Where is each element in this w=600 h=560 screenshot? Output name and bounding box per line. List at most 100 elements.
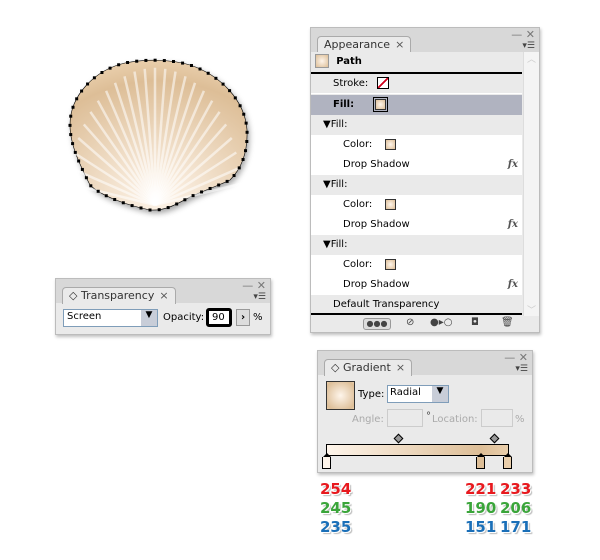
- fill-color-row[interactable]: Color:: [311, 195, 522, 215]
- anchor-point[interactable]: [75, 97, 79, 101]
- anchor-point[interactable]: [135, 59, 139, 63]
- anchor-point[interactable]: [191, 194, 195, 198]
- fx-icon[interactable]: fx: [508, 155, 518, 175]
- gradient-midpoint-diamond[interactable]: [393, 433, 404, 444]
- anchor-point[interactable]: [200, 190, 204, 194]
- anchor-point[interactable]: [166, 206, 170, 210]
- duplicate-item-icon[interactable]: ◘: [471, 317, 479, 328]
- scroll-down-icon[interactable]: ﹀: [524, 303, 539, 316]
- anchor-point[interactable]: [86, 82, 90, 86]
- window-controls-icon[interactable]: — ✕: [504, 351, 528, 364]
- fx-icon[interactable]: fx: [508, 215, 518, 235]
- fill-color-swatch[interactable]: [385, 198, 397, 210]
- panel-menu-icon[interactable]: ▾☰: [522, 41, 535, 51]
- stroke-none-swatch[interactable]: [377, 77, 390, 89]
- fill-group-header[interactable]: ▼Fill:: [311, 235, 522, 255]
- opacity-input[interactable]: 90: [206, 308, 232, 327]
- anchor-point[interactable]: [214, 76, 218, 80]
- gradient-midpoint-diamond[interactable]: [489, 433, 500, 444]
- anchor-point[interactable]: [130, 204, 134, 208]
- fill-row-selected[interactable]: Fill:: [311, 95, 522, 115]
- anchor-point[interactable]: [237, 166, 241, 170]
- gradient-stop[interactable]: [475, 453, 485, 469]
- anchor-point[interactable]: [69, 114, 73, 118]
- window-controls-icon[interactable]: — ✕: [242, 279, 266, 292]
- tab-gradient[interactable]: ◇ Gradient ×: [324, 359, 413, 376]
- gradient-preview-swatch[interactable]: [326, 381, 355, 410]
- anchor-point[interactable]: [241, 158, 245, 162]
- anchor-point[interactable]: [80, 89, 84, 93]
- anchor-point[interactable]: [100, 71, 104, 75]
- stroke-row[interactable]: Stroke:: [311, 74, 522, 94]
- fill-swatch[interactable]: [373, 96, 389, 112]
- anchor-point[interactable]: [189, 64, 193, 68]
- anchor-point[interactable]: [217, 183, 221, 187]
- anchor-point[interactable]: [208, 186, 212, 190]
- tab-transparency[interactable]: ◇ Transparency ×: [62, 287, 176, 304]
- panel-menu-icon[interactable]: ▾☰: [515, 364, 528, 374]
- anchor-point[interactable]: [175, 202, 179, 206]
- anchor-point[interactable]: [92, 76, 96, 80]
- default-transparency-row[interactable]: Default Transparency: [311, 295, 522, 315]
- fill-color-row[interactable]: Color:: [311, 135, 522, 155]
- anchor-point[interactable]: [238, 104, 242, 108]
- disclosure-triangle-icon[interactable]: ▼: [323, 119, 331, 130]
- anchor-point[interactable]: [242, 112, 246, 116]
- anchor-point[interactable]: [198, 67, 202, 71]
- close-tab-icon[interactable]: ×: [396, 361, 405, 374]
- angle-input[interactable]: [387, 409, 423, 427]
- anchor-point[interactable]: [71, 142, 75, 146]
- anchor-point[interactable]: [69, 133, 73, 137]
- anchor-point[interactable]: [148, 208, 152, 212]
- anchor-point[interactable]: [126, 61, 130, 65]
- delete-item-icon[interactable]: 🗑: [501, 317, 514, 328]
- anchor-point[interactable]: [84, 176, 88, 180]
- gradient-slider[interactable]: [322, 433, 512, 469]
- anchor-point[interactable]: [96, 189, 100, 193]
- anchor-point[interactable]: [206, 71, 210, 75]
- disclosure-triangle-icon[interactable]: ▼: [323, 179, 331, 190]
- anchor-point[interactable]: [172, 59, 176, 63]
- anchor-point[interactable]: [245, 130, 249, 134]
- drop-shadow-row[interactable]: Drop Shadow fx: [311, 215, 522, 235]
- scroll-up-icon[interactable]: ︿: [524, 52, 539, 66]
- blend-mode-select[interactable]: Screen ▼: [63, 309, 158, 327]
- anchor-point[interactable]: [244, 149, 248, 153]
- fx-icon[interactable]: fx: [508, 275, 518, 295]
- anchor-point[interactable]: [225, 179, 229, 183]
- anchor-point[interactable]: [245, 140, 249, 144]
- anchor-point[interactable]: [181, 61, 185, 65]
- close-tab-icon[interactable]: ×: [159, 289, 168, 302]
- new-art-maintains-appearance-button[interactable]: ●●●: [363, 318, 391, 330]
- object-row[interactable]: Path: [311, 52, 522, 74]
- anchor-point[interactable]: [71, 105, 75, 109]
- gradient-stop[interactable]: [322, 453, 331, 469]
- clear-appearance-icon[interactable]: ⊘: [406, 317, 414, 328]
- anchor-point[interactable]: [244, 121, 248, 125]
- anchor-point[interactable]: [183, 198, 187, 202]
- anchor-point[interactable]: [221, 82, 225, 86]
- anchor-point[interactable]: [139, 206, 143, 210]
- anchor-point[interactable]: [104, 194, 108, 198]
- opacity-slider-arrow-button[interactable]: ›: [236, 309, 250, 326]
- anchor-point[interactable]: [232, 174, 236, 178]
- chevron-down-icon[interactable]: ▼: [432, 386, 448, 402]
- chevron-down-icon[interactable]: ▼: [141, 310, 157, 326]
- anchor-point[interactable]: [228, 89, 232, 93]
- anchor-point[interactable]: [157, 208, 161, 212]
- window-controls-icon[interactable]: — ✕: [511, 28, 535, 41]
- scrollbar[interactable]: ︿ ﹀: [523, 52, 539, 316]
- anchor-point[interactable]: [144, 58, 148, 62]
- fill-color-row[interactable]: Color:: [311, 255, 522, 275]
- anchor-point[interactable]: [73, 150, 77, 154]
- location-input[interactable]: [481, 409, 513, 427]
- fill-group-header[interactable]: ▼Fill:: [311, 175, 522, 195]
- panel-menu-icon[interactable]: ▾☰: [253, 292, 266, 302]
- anchor-point[interactable]: [117, 63, 121, 67]
- anchor-point[interactable]: [77, 159, 81, 163]
- fill-color-swatch[interactable]: [385, 138, 397, 150]
- anchor-point[interactable]: [80, 167, 84, 171]
- anchor-point[interactable]: [68, 123, 72, 127]
- anchor-point[interactable]: [121, 201, 125, 205]
- drop-shadow-row[interactable]: Drop Shadow fx: [311, 275, 522, 295]
